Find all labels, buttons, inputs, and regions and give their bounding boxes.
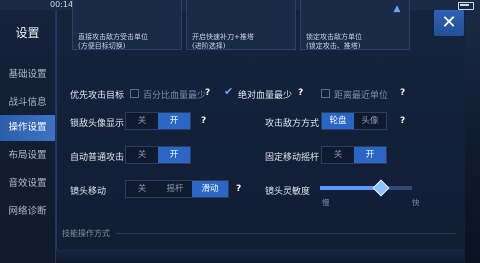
fixed-joystick-label: 固定移动摇杆 bbox=[265, 153, 320, 163]
camera-sensitivity-min: 慢 bbox=[322, 198, 330, 207]
skill-operation-section-title: 技能操作方式 bbox=[62, 229, 110, 238]
status-time: 00:14 bbox=[50, 0, 74, 9]
sidebar-item-network[interactable]: 网络诊断 bbox=[0, 199, 55, 225]
section-divider bbox=[116, 233, 456, 234]
battery-icon bbox=[458, 2, 474, 10]
attack-mode-card-1[interactable]: 直接攻击敌方受击单位 (方便目标切换) bbox=[72, 0, 182, 50]
settings-title: 设置 bbox=[15, 26, 40, 40]
card-note: (方便目标切换) bbox=[78, 42, 126, 50]
priority-absolute-help-icon[interactable]: ? bbox=[298, 88, 303, 98]
camera-move-swipe[interactable]: 滑动 bbox=[192, 181, 228, 197]
priority-percent-checkbox[interactable] bbox=[130, 89, 139, 98]
sidebar-item-sound[interactable]: 音效设置 bbox=[0, 171, 55, 197]
priority-nearest-label: 距离最近单位 bbox=[334, 91, 389, 101]
priority-nearest-checkbox[interactable] bbox=[321, 89, 330, 98]
enemy-avatar-label: 锁敌头像显示 bbox=[70, 119, 125, 129]
attack-enemy-toggle[interactable]: 轮盘 头像 bbox=[321, 112, 387, 130]
next-section-partial bbox=[56, 249, 464, 263]
auto-attack-on[interactable]: 开 bbox=[158, 147, 190, 163]
camera-move-joystick[interactable]: 摇杆 bbox=[158, 181, 192, 197]
attack-enemy-label: 攻击敌方方式 bbox=[265, 119, 320, 129]
fixed-joystick-on[interactable]: 开 bbox=[354, 147, 386, 163]
sidebar-item-controls[interactable]: 操作设置 bbox=[0, 115, 55, 141]
auto-attack-toggle[interactable]: 关 开 bbox=[125, 146, 191, 164]
camera-sensitivity-max: 快 bbox=[412, 198, 420, 207]
settings-sidebar: 设置 基础设置 战斗信息 操作设置 布局设置 音效设置 网络诊断 bbox=[0, 10, 56, 263]
auto-attack-off[interactable]: 关 bbox=[126, 147, 158, 163]
enemy-avatar-on[interactable]: 开 bbox=[158, 113, 190, 129]
fixed-joystick-off[interactable]: 关 bbox=[322, 147, 354, 163]
priority-nearest-help-icon[interactable]: ? bbox=[400, 88, 405, 98]
camera-move-toggle[interactable]: 关 摇杆 滑动 bbox=[125, 180, 229, 198]
fixed-joystick-toggle[interactable]: 关 开 bbox=[321, 146, 387, 164]
priority-absolute-label: 绝对血量最少 bbox=[238, 91, 293, 101]
camera-move-label: 镜头移动 bbox=[70, 187, 107, 197]
camera-move-off[interactable]: 关 bbox=[126, 181, 158, 197]
card-badge-icon: ▲ bbox=[393, 4, 401, 14]
checkmark-icon[interactable]: ✔ bbox=[224, 86, 233, 97]
auto-attack-label: 自动普通攻击 bbox=[70, 153, 125, 163]
close-icon[interactable]: ✕ bbox=[434, 10, 464, 36]
attack-enemy-wheel[interactable]: 轮盘 bbox=[322, 113, 354, 129]
card-desc: 开启快速补刀+推塔 bbox=[192, 33, 254, 41]
enemy-avatar-help-icon[interactable]: ? bbox=[201, 116, 206, 126]
priority-target-label: 优先攻击目标 bbox=[70, 91, 125, 101]
card-desc: 直接攻击敌方受击单位 bbox=[78, 33, 148, 41]
enemy-avatar-off[interactable]: 关 bbox=[126, 113, 158, 129]
camera-sensitivity-label: 镜头灵敏度 bbox=[265, 187, 311, 197]
camera-sensitivity-fill bbox=[320, 186, 380, 190]
attack-mode-card-3[interactable]: ▲ 锁定攻击敌方单位 (锁定攻击、推塔) bbox=[300, 0, 410, 50]
sidebar-item-layout[interactable]: 布局设置 bbox=[0, 143, 55, 169]
attack-enemy-help-icon[interactable]: ? bbox=[400, 116, 405, 126]
card-note: (锁定攻击、推塔) bbox=[306, 42, 361, 50]
priority-percent-label: 百分比血量最少 bbox=[143, 91, 207, 101]
card-note: (进阶选择) bbox=[192, 42, 226, 50]
enemy-avatar-toggle[interactable]: 关 开 bbox=[125, 112, 191, 130]
card-desc: 锁定攻击敌方单位 bbox=[306, 33, 362, 41]
priority-percent-help-icon[interactable]: ? bbox=[205, 88, 210, 98]
camera-move-help-icon[interactable]: ? bbox=[236, 184, 241, 194]
attack-mode-card-2[interactable]: 开启快速补刀+推塔 (进阶选择) bbox=[186, 0, 296, 50]
sidebar-item-basic[interactable]: 基础设置 bbox=[0, 62, 55, 88]
sidebar-item-battle-info[interactable]: 战斗信息 bbox=[0, 90, 55, 116]
attack-enemy-avatar[interactable]: 头像 bbox=[354, 113, 386, 129]
